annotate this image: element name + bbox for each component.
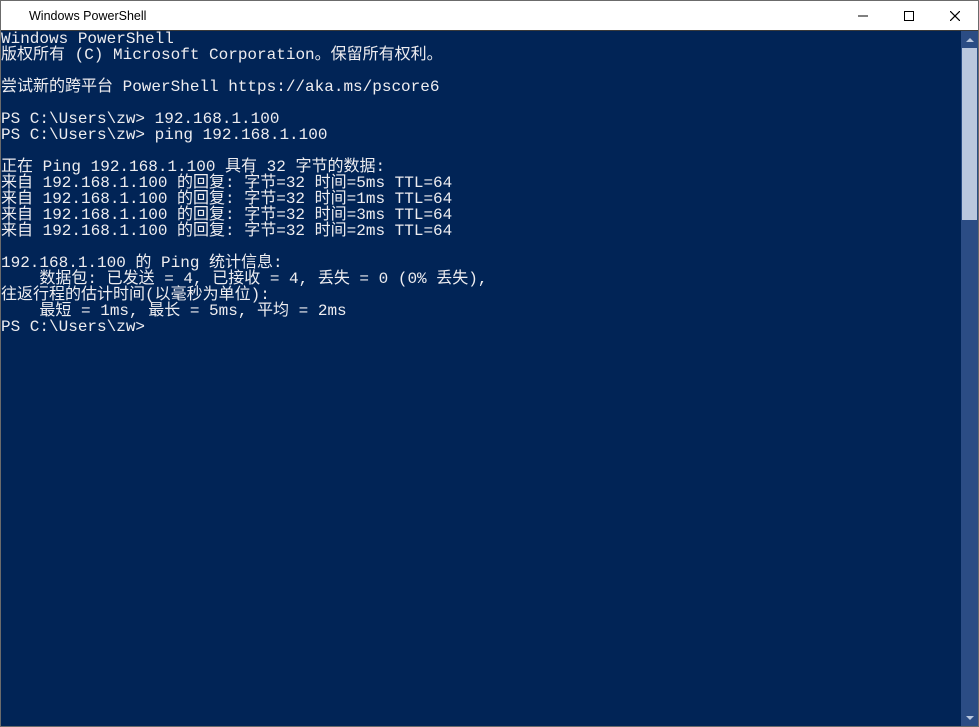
terminal-line: 尝试新的跨平台 PowerShell https://aka.ms/pscore… — [1, 79, 961, 95]
terminal-line: Windows PowerShell — [1, 31, 961, 47]
chevron-down-icon — [966, 714, 974, 722]
titlebar[interactable]: >_ Windows PowerShell — [1, 1, 978, 31]
scroll-up-button[interactable] — [961, 31, 978, 48]
powershell-icon: >_ — [7, 8, 23, 24]
terminal-line — [1, 239, 961, 255]
terminal-line: 来自 192.168.1.100 的回复: 字节=32 时间=5ms TTL=6… — [1, 175, 961, 191]
terminal-line: 正在 Ping 192.168.1.100 具有 32 字节的数据: — [1, 159, 961, 175]
client-area: Windows PowerShell版权所有 (C) Microsoft Cor… — [1, 31, 978, 726]
terminal-line: 192.168.1.100 的 Ping 统计信息: — [1, 255, 961, 271]
chevron-up-icon — [966, 36, 974, 44]
close-button[interactable] — [932, 1, 978, 30]
terminal-line: 来自 192.168.1.100 的回复: 字节=32 时间=3ms TTL=6… — [1, 207, 961, 223]
minimize-button[interactable] — [840, 1, 886, 30]
window-title: Windows PowerShell — [29, 9, 146, 23]
close-icon — [950, 11, 960, 21]
terminal-output[interactable]: Windows PowerShell版权所有 (C) Microsoft Cor… — [1, 31, 961, 726]
vertical-scrollbar[interactable] — [961, 31, 978, 726]
terminal-line — [1, 143, 961, 159]
powershell-window: >_ Windows PowerShell Windows PowerShell… — [0, 0, 979, 727]
terminal-line: 数据包: 已发送 = 4, 已接收 = 4, 丢失 = 0 (0% 丢失), — [1, 271, 961, 287]
maximize-button[interactable] — [886, 1, 932, 30]
terminal-line: PS C:\Users\zw> — [1, 319, 961, 335]
scroll-down-button[interactable] — [961, 709, 978, 726]
maximize-icon — [904, 11, 914, 21]
terminal-line: 版权所有 (C) Microsoft Corporation。保留所有权利。 — [1, 47, 961, 63]
terminal-line: 往返行程的估计时间(以毫秒为单位): — [1, 287, 961, 303]
terminal-line: 来自 192.168.1.100 的回复: 字节=32 时间=1ms TTL=6… — [1, 191, 961, 207]
terminal-line — [1, 63, 961, 79]
minimize-icon — [858, 11, 868, 21]
scrollbar-track[interactable] — [961, 48, 978, 709]
terminal-line — [1, 95, 961, 111]
terminal-line: PS C:\Users\zw> 192.168.1.100 — [1, 111, 961, 127]
scrollbar-thumb[interactable] — [962, 48, 977, 220]
terminal-line: PS C:\Users\zw> ping 192.168.1.100 — [1, 127, 961, 143]
terminal-line: 最短 = 1ms, 最长 = 5ms, 平均 = 2ms — [1, 303, 961, 319]
terminal-line: 来自 192.168.1.100 的回复: 字节=32 时间=2ms TTL=6… — [1, 223, 961, 239]
